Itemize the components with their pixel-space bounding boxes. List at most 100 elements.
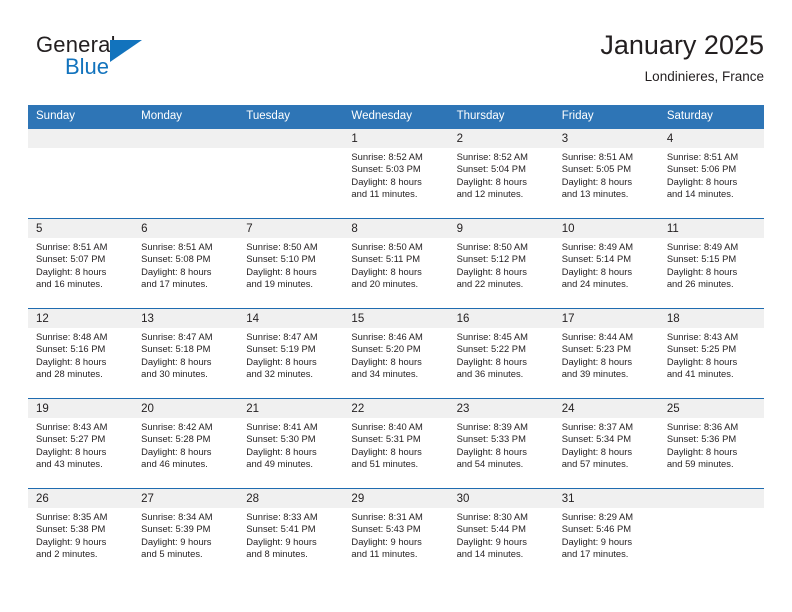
weekday-header-saturday: Saturday [666, 110, 713, 122]
day-details: Sunrise: 8:49 AM Sunset: 5:15 PM Dayligh… [659, 238, 764, 290]
day-cell[interactable]: 21 Sunrise: 8:41 AM Sunset: 5:30 PM Dayl… [238, 399, 344, 488]
day-cell[interactable] [238, 129, 344, 218]
weekday-header-monday: Monday [141, 110, 183, 122]
daylight-text-line2: and 49 minutes. [246, 457, 313, 469]
day-cell[interactable]: 23 Sunrise: 8:39 AM Sunset: 5:33 PM Dayl… [448, 399, 554, 488]
sunrise-text: Sunrise: 8:43 AM [36, 421, 108, 432]
day-details: Sunrise: 8:41 AM Sunset: 5:30 PM Dayligh… [238, 418, 343, 470]
day-cell[interactable] [28, 129, 134, 218]
day-number-band: 20 [133, 399, 239, 418]
day-details: Sunrise: 8:42 AM Sunset: 5:28 PM Dayligh… [133, 418, 238, 470]
day-number: 8 [351, 223, 358, 235]
sunrise-text: Sunrise: 8:43 AM [666, 331, 739, 342]
daylight-text-line1: Daylight: 8 hours [456, 445, 527, 457]
day-cell[interactable]: 4 Sunrise: 8:51 AM Sunset: 5:06 PM Dayli… [658, 129, 764, 218]
day-number-band: 19 [28, 399, 134, 418]
day-cell[interactable]: 8 Sunrise: 8:50 AM Sunset: 5:11 PM Dayli… [343, 219, 449, 308]
day-cell[interactable]: 1 Sunrise: 8:52 AM Sunset: 5:03 PM Dayli… [343, 129, 449, 218]
day-number-band: 23 [448, 399, 554, 418]
day-number: 19 [36, 403, 49, 415]
day-cell[interactable]: 6 Sunrise: 8:51 AM Sunset: 5:08 PM Dayli… [133, 219, 239, 308]
day-cell[interactable] [658, 489, 764, 578]
sunrise-text: Sunrise: 8:45 AM [456, 331, 528, 342]
daylight-text-line1: Daylight: 9 hours [561, 535, 633, 547]
day-number-band: 28 [238, 489, 344, 508]
daylight-text-line2: and 19 minutes. [246, 277, 313, 289]
daylight-text-line2: and 14 minutes. [456, 547, 524, 559]
day-cell[interactable]: 11 Sunrise: 8:49 AM Sunset: 5:15 PM Dayl… [658, 219, 764, 308]
day-number: 10 [561, 223, 575, 235]
day-details: Sunrise: 8:39 AM Sunset: 5:33 PM Dayligh… [449, 418, 554, 470]
day-cell[interactable]: 27 Sunrise: 8:34 AM Sunset: 5:39 PM Dayl… [133, 489, 239, 578]
sunrise-text: Sunrise: 8:52 AM [456, 151, 528, 162]
day-cell[interactable]: 15 Sunrise: 8:46 AM Sunset: 5:20 PM Dayl… [343, 309, 449, 398]
day-number-band: 22 [343, 399, 449, 418]
week-row: 5 Sunrise: 8:51 AM Sunset: 5:07 PM Dayli… [28, 218, 764, 308]
day-cell[interactable]: 3 Sunrise: 8:51 AM Sunset: 5:05 PM Dayli… [553, 129, 659, 218]
day-number: 4 [666, 133, 674, 145]
sunset-text: Sunset: 5:10 PM [246, 253, 316, 265]
day-cell[interactable]: 26 Sunrise: 8:35 AM Sunset: 5:38 PM Dayl… [28, 489, 134, 578]
day-number: 29 [351, 493, 365, 505]
day-cell[interactable]: 5 Sunrise: 8:51 AM Sunset: 5:07 PM Dayli… [28, 219, 134, 308]
day-cell[interactable]: 25 Sunrise: 8:36 AM Sunset: 5:36 PM Dayl… [658, 399, 764, 488]
day-details: Sunrise: 8:52 AM Sunset: 5:03 PM Dayligh… [343, 148, 448, 200]
week-row: 12 Sunrise: 8:48 AM Sunset: 5:16 PM Dayl… [28, 308, 764, 398]
day-cell[interactable]: 22 Sunrise: 8:40 AM Sunset: 5:31 PM Dayl… [343, 399, 449, 488]
day-number-band: 29 [343, 489, 449, 508]
day-number-band: 12 [28, 309, 134, 328]
day-cell[interactable]: 17 Sunrise: 8:44 AM Sunset: 5:23 PM Dayl… [553, 309, 659, 398]
day-cell[interactable]: 31 Sunrise: 8:29 AM Sunset: 5:46 PM Dayl… [553, 489, 659, 578]
day-cell[interactable]: 14 Sunrise: 8:47 AM Sunset: 5:19 PM Dayl… [238, 309, 344, 398]
sunset-text: Sunset: 5:44 PM [456, 523, 526, 535]
daylight-text-line1: Daylight: 9 hours [141, 535, 212, 547]
day-cell[interactable] [133, 129, 239, 218]
day-cell[interactable]: 30 Sunrise: 8:30 AM Sunset: 5:44 PM Dayl… [448, 489, 554, 578]
day-cell[interactable]: 19 Sunrise: 8:43 AM Sunset: 5:27 PM Dayl… [28, 399, 134, 488]
sunset-text: Sunset: 5:41 PM [246, 523, 316, 535]
day-details: Sunrise: 8:36 AM Sunset: 5:36 PM Dayligh… [659, 418, 764, 470]
daylight-text-line2: and 32 minutes. [246, 367, 313, 379]
day-number: 6 [141, 223, 148, 235]
sunrise-text: Sunrise: 8:44 AM [561, 331, 634, 342]
day-number: 7 [246, 223, 253, 235]
daylight-text-line1: Daylight: 8 hours [351, 355, 422, 367]
sunrise-text: Sunrise: 8:42 AM [141, 421, 213, 432]
sunset-text: Sunset: 5:20 PM [351, 343, 421, 355]
day-number: 5 [36, 223, 43, 235]
day-cell[interactable]: 2 Sunrise: 8:52 AM Sunset: 5:04 PM Dayli… [448, 129, 554, 218]
day-number-band: 16 [448, 309, 554, 328]
day-number: 25 [666, 403, 680, 415]
sunset-text: Sunset: 5:06 PM [666, 163, 737, 175]
general-blue-logo[interactable]: General Blue [36, 32, 216, 88]
day-cell[interactable]: 24 Sunrise: 8:37 AM Sunset: 5:34 PM Dayl… [553, 399, 659, 488]
day-cell[interactable]: 29 Sunrise: 8:31 AM Sunset: 5:43 PM Dayl… [343, 489, 449, 578]
day-details: Sunrise: 8:51 AM Sunset: 5:07 PM Dayligh… [28, 238, 133, 290]
daylight-text-line1: Daylight: 8 hours [36, 445, 107, 457]
day-number: 1 [351, 133, 358, 145]
logo-secondary-text: Blue [65, 54, 110, 79]
daylight-text-line2: and 14 minutes. [666, 187, 734, 199]
day-cell[interactable]: 16 Sunrise: 8:45 AM Sunset: 5:22 PM Dayl… [448, 309, 554, 398]
day-cell[interactable]: 12 Sunrise: 8:48 AM Sunset: 5:16 PM Dayl… [28, 309, 134, 398]
daylight-text-line1: Daylight: 8 hours [666, 355, 738, 367]
day-details: Sunrise: 8:46 AM Sunset: 5:20 PM Dayligh… [343, 328, 448, 380]
day-cell[interactable]: 18 Sunrise: 8:43 AM Sunset: 5:25 PM Dayl… [658, 309, 764, 398]
day-cell[interactable]: 10 Sunrise: 8:49 AM Sunset: 5:14 PM Dayl… [553, 219, 659, 308]
sunrise-text: Sunrise: 8:47 AM [141, 331, 213, 342]
day-number: 2 [456, 133, 463, 145]
day-cell[interactable]: 20 Sunrise: 8:42 AM Sunset: 5:28 PM Dayl… [133, 399, 239, 488]
day-number: 20 [141, 403, 154, 415]
day-cell[interactable]: 13 Sunrise: 8:47 AM Sunset: 5:18 PM Dayl… [133, 309, 239, 398]
daylight-text-line2: and 26 minutes. [666, 277, 734, 289]
day-details: Sunrise: 8:29 AM Sunset: 5:46 PM Dayligh… [554, 508, 659, 560]
daylight-text-line2: and 2 minutes. [36, 547, 98, 559]
sunset-text: Sunset: 5:25 PM [666, 343, 737, 355]
day-cell[interactable]: 28 Sunrise: 8:33 AM Sunset: 5:41 PM Dayl… [238, 489, 344, 578]
sunrise-text: Sunrise: 8:47 AM [246, 331, 318, 342]
day-cell[interactable]: 7 Sunrise: 8:50 AM Sunset: 5:10 PM Dayli… [238, 219, 344, 308]
sunrise-text: Sunrise: 8:31 AM [351, 511, 423, 522]
daylight-text-line1: Daylight: 8 hours [666, 175, 738, 187]
day-cell[interactable]: 9 Sunrise: 8:50 AM Sunset: 5:12 PM Dayli… [448, 219, 554, 308]
sunrise-text: Sunrise: 8:51 AM [141, 241, 213, 252]
